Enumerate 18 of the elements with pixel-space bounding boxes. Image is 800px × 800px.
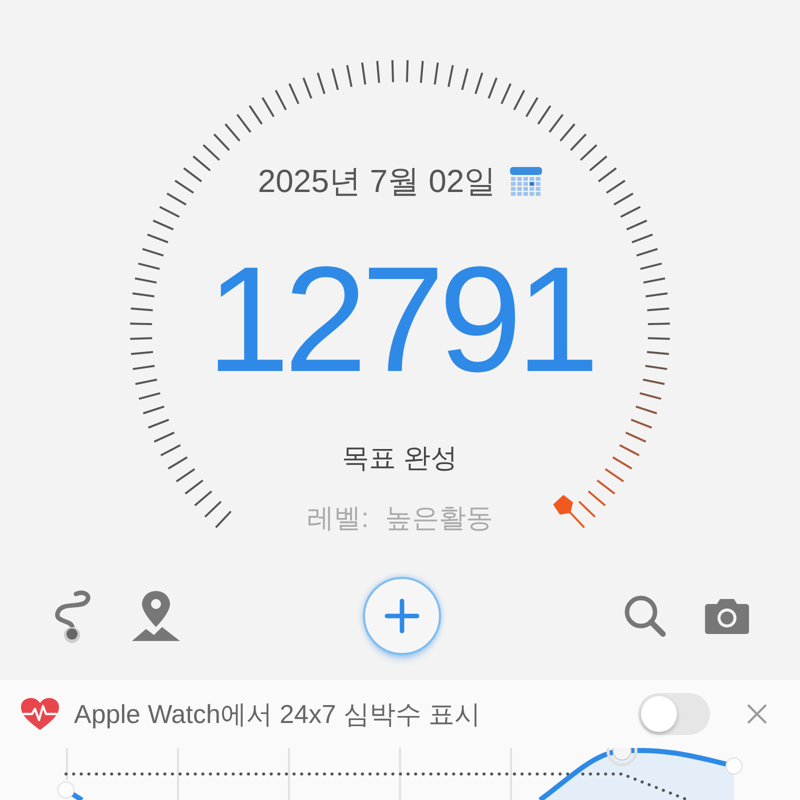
level-value: 높은활동 <box>384 502 493 535</box>
gauge-marker <box>553 494 573 515</box>
heart-rate-icon <box>20 697 60 731</box>
map-pin-icon[interactable] <box>130 589 182 643</box>
level-label: 레벨: <box>307 502 369 535</box>
step-count: 12791 <box>206 244 594 394</box>
search-icon[interactable] <box>622 593 668 639</box>
camera-icon[interactable] <box>704 597 750 635</box>
data-point <box>726 758 742 774</box>
close-icon[interactable] <box>746 703 768 725</box>
date-label: 2025년 7월 02일 <box>258 162 496 201</box>
calendar-icon[interactable] <box>510 167 542 197</box>
selected-data-point[interactable] <box>606 748 638 766</box>
add-button[interactable] <box>363 577 441 655</box>
goal-status: 목표 완성 <box>342 442 458 475</box>
toggle-switch[interactable] <box>638 693 710 735</box>
plus-icon <box>384 598 420 634</box>
banner-text: Apple Watch에서 24x7 심박수 표시 <box>74 698 482 730</box>
